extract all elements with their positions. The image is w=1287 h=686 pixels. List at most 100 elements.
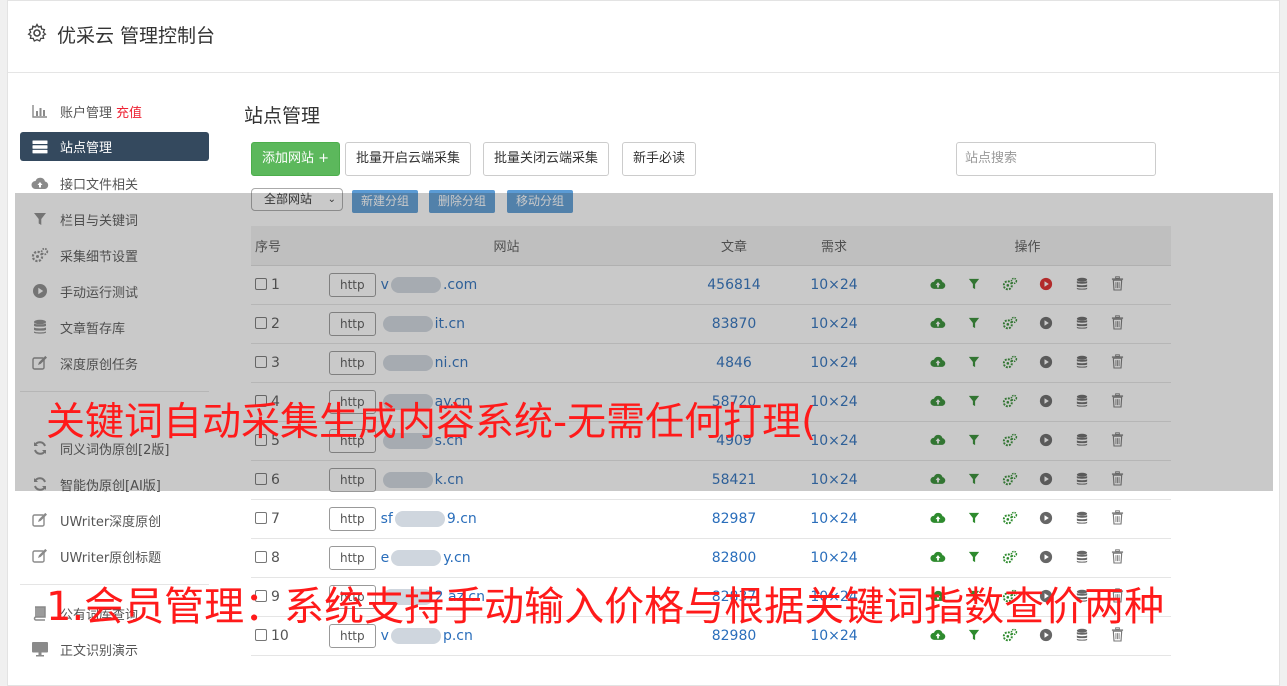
row-checkbox[interactable]: [255, 316, 267, 329]
site-url-prefix[interactable]: sf: [381, 511, 393, 527]
filter-icon[interactable]: [965, 353, 983, 371]
sidebar-item-a0[interactable]: 账户管理 充值: [20, 93, 209, 129]
row-checkbox[interactable]: [255, 277, 267, 290]
database-icon[interactable]: [1073, 509, 1091, 527]
row-checkbox[interactable]: [255, 550, 267, 563]
sidebar-item-c1[interactable]: 正文识别演示: [20, 631, 209, 667]
article-count[interactable]: 82800: [684, 538, 784, 578]
database-icon[interactable]: [1073, 392, 1091, 410]
demand-value[interactable]: 10×24: [784, 304, 884, 344]
article-count[interactable]: 4846: [684, 343, 784, 383]
demand-value[interactable]: 10×24: [784, 265, 884, 305]
trash-icon[interactable]: [1109, 392, 1127, 410]
site-url-suffix[interactable]: y.cn: [443, 550, 470, 566]
sidebar-item-a7[interactable]: 深度原创任务: [20, 345, 209, 381]
group-select[interactable]: 全部网站 ⌄: [251, 188, 343, 211]
play-circle-icon[interactable]: [1037, 275, 1055, 293]
row-checkbox[interactable]: [255, 472, 267, 485]
cloud-upload-icon[interactable]: [929, 509, 947, 527]
gears-icon[interactable]: [1001, 548, 1019, 566]
demand-value[interactable]: 10×24: [784, 343, 884, 383]
play-circle-icon[interactable]: [1037, 431, 1055, 449]
sidebar-item-b1[interactable]: 智能伪原创[AI版]: [20, 466, 209, 502]
trash-icon[interactable]: [1109, 470, 1127, 488]
demand-value[interactable]: 10×24: [784, 499, 884, 539]
trash-icon[interactable]: [1109, 548, 1127, 566]
col-header-demand: 需求: [784, 226, 884, 266]
article-count[interactable]: 83870: [684, 304, 784, 344]
gears-icon[interactable]: [1001, 392, 1019, 410]
filter-icon[interactable]: [965, 431, 983, 449]
new-group-button[interactable]: 新建分组: [352, 190, 419, 213]
batch-close-cloud-button[interactable]: 批量关闭云端采集: [483, 142, 610, 176]
row-checkbox[interactable]: [255, 355, 267, 368]
filter-icon[interactable]: [965, 509, 983, 527]
cloud-upload-icon[interactable]: [929, 353, 947, 371]
play-circle-icon[interactable]: [1037, 392, 1055, 410]
gears-icon[interactable]: [1001, 470, 1019, 488]
sidebar-item-a2[interactable]: 接口文件相关: [20, 165, 209, 201]
sidebar-item-b3[interactable]: UWriter原创标题: [20, 538, 209, 574]
trash-icon[interactable]: [1109, 314, 1127, 332]
database-icon[interactable]: [1073, 275, 1091, 293]
cloud-upload-icon[interactable]: [929, 470, 947, 488]
gears-icon[interactable]: [1001, 353, 1019, 371]
database-icon[interactable]: [1073, 548, 1091, 566]
site-url-suffix[interactable]: ni.cn: [435, 355, 469, 371]
sidebar-item-b2[interactable]: UWriter深度原创: [20, 502, 209, 538]
gears-icon[interactable]: [1001, 275, 1019, 293]
move-group-button[interactable]: 移动分组: [507, 190, 574, 213]
filter-icon[interactable]: [965, 314, 983, 332]
gears-icon[interactable]: [1001, 509, 1019, 527]
filter-icon[interactable]: [965, 470, 983, 488]
database-icon[interactable]: [1073, 431, 1091, 449]
article-count[interactable]: 82987: [684, 499, 784, 539]
sidebar-item-a5[interactable]: 手动运行测试: [20, 273, 209, 309]
batch-open-cloud-button[interactable]: 批量开启云端采集: [345, 142, 472, 176]
guide-button[interactable]: 新手必读: [622, 142, 697, 176]
database-icon[interactable]: [1073, 314, 1091, 332]
cloud-upload-icon[interactable]: [929, 392, 947, 410]
gears-icon[interactable]: [1001, 314, 1019, 332]
filter-icon[interactable]: [965, 548, 983, 566]
sidebar-item-a1[interactable]: 站点管理: [20, 132, 209, 161]
row-checkbox[interactable]: [255, 511, 267, 524]
add-site-button[interactable]: 添加网站 +: [251, 142, 341, 176]
play-circle-icon[interactable]: [1037, 548, 1055, 566]
database-icon[interactable]: [1073, 470, 1091, 488]
delete-group-button[interactable]: 删除分组: [429, 190, 496, 213]
filter-icon[interactable]: [965, 275, 983, 293]
sidebar-item-a4[interactable]: 采集细节设置: [20, 237, 209, 273]
site-url-prefix[interactable]: v: [381, 277, 389, 293]
site-url-suffix[interactable]: it.cn: [435, 316, 465, 332]
play-circle-icon[interactable]: [1037, 509, 1055, 527]
play-circle-icon[interactable]: [1037, 470, 1055, 488]
site-url-prefix[interactable]: e: [381, 550, 390, 566]
cloud-upload-icon[interactable]: [929, 431, 947, 449]
site-url-suffix[interactable]: .com: [443, 277, 477, 293]
cloud-upload-icon[interactable]: [929, 314, 947, 332]
cloud-upload-icon[interactable]: [929, 548, 947, 566]
gears-icon[interactable]: [1001, 431, 1019, 449]
site-url-suffix[interactable]: 9.cn: [447, 511, 477, 527]
demand-value[interactable]: 10×24: [784, 460, 884, 500]
sidebar-item-a6[interactable]: 文章暂存库: [20, 309, 209, 345]
article-count[interactable]: 456814: [684, 265, 784, 305]
database-icon[interactable]: [1073, 353, 1091, 371]
recharge-link[interactable]: 充值: [116, 102, 142, 121]
article-count[interactable]: 58421: [684, 460, 784, 500]
sidebar-item-a3[interactable]: 栏目与关键词: [20, 201, 209, 237]
trash-icon[interactable]: [1109, 353, 1127, 371]
cloud-upload-icon[interactable]: [929, 275, 947, 293]
sidebar-item-label: 正文识别演示: [60, 643, 139, 659]
ops-group: [929, 509, 1127, 527]
site-search-input[interactable]: 站点搜索: [956, 142, 1156, 176]
filter-icon[interactable]: [965, 392, 983, 410]
play-circle-icon[interactable]: [1037, 314, 1055, 332]
trash-icon[interactable]: [1109, 509, 1127, 527]
demand-value[interactable]: 10×24: [784, 538, 884, 578]
trash-icon[interactable]: [1109, 275, 1127, 293]
site-url-suffix[interactable]: k.cn: [435, 472, 464, 488]
trash-icon[interactable]: [1109, 431, 1127, 449]
play-circle-icon[interactable]: [1037, 353, 1055, 371]
